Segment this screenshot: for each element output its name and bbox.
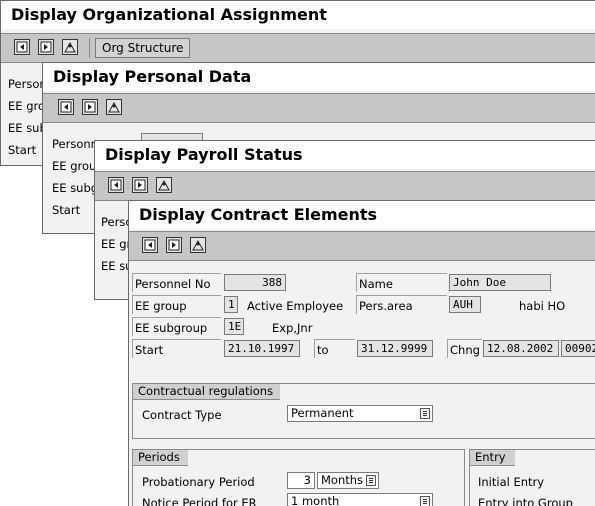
notice-period-dropdown[interactable]: 1 month	[287, 493, 433, 506]
name-field: John Doe	[449, 274, 551, 291]
ee-group-label: EE group	[135, 299, 187, 313]
end-date-field: 31.12.9999	[357, 340, 433, 357]
dropdown-icon[interactable]	[420, 496, 430, 506]
initial-entry-label: Initial Entry	[478, 475, 545, 489]
personal-data-title: Display Personal Data	[43, 63, 595, 91]
notice-period-value: 1 month	[291, 494, 340, 506]
contract-elements-toolbar	[129, 231, 595, 261]
entry-title: Entry	[469, 449, 515, 466]
changed-date-field: 12.08.2002	[483, 340, 559, 357]
personal-label-ee-group: EE grou	[52, 159, 97, 173]
contractual-regulations-group: Contractual regulations Contract Type Pe…	[132, 383, 595, 439]
org-assignment-toolbar: Org Structure	[1, 33, 595, 63]
previous-icon[interactable]	[142, 237, 158, 253]
entry-group: Entry Initial Entry Entry into Group	[469, 449, 595, 506]
personnel-no-field: 388	[224, 274, 286, 291]
contractual-regulations-title: Contractual regulations	[132, 383, 280, 400]
overview-icon[interactable]	[62, 39, 78, 55]
ee-group-text: Active Employee	[247, 299, 344, 313]
contract-type-value: Permanent	[291, 406, 354, 420]
personal-label-start: Start	[52, 203, 81, 217]
next-icon[interactable]	[166, 237, 182, 253]
chng-label: Chng	[450, 343, 480, 357]
probationary-period-field[interactable]: 3	[287, 472, 315, 489]
contract-type-label: Contract Type	[142, 408, 222, 422]
next-icon[interactable]	[132, 177, 148, 193]
ee-subgroup-label: EE subgroup	[135, 321, 208, 335]
start-label: Start	[135, 343, 164, 357]
periods-group: Periods Probationary Period 3 Months Not…	[132, 449, 465, 506]
start-date-field: 21.10.1997	[224, 340, 300, 357]
periods-title: Periods	[132, 449, 188, 466]
toolbar-separator	[89, 38, 90, 58]
dropdown-icon[interactable]	[420, 408, 430, 419]
changed-by-field: 00902	[561, 340, 595, 357]
contract-type-dropdown[interactable]: Permanent	[287, 405, 433, 422]
personnel-no-label: Personnel No	[135, 277, 211, 291]
to-label: to	[317, 343, 329, 357]
personal-data-toolbar	[43, 93, 595, 123]
pers-area-code-field: AUH	[449, 296, 481, 313]
payroll-status-toolbar	[95, 171, 595, 201]
overview-icon[interactable]	[190, 237, 206, 253]
previous-icon[interactable]	[58, 99, 74, 115]
notice-period-label: Notice Period for ER	[142, 496, 257, 506]
org-structure-button[interactable]: Org Structure	[95, 38, 191, 58]
pers-area-label: Pers.area	[359, 299, 413, 313]
personal-label-ee-subgroup: EE subg	[52, 181, 99, 195]
name-label: Name	[359, 277, 393, 291]
contract-elements-window: Display Contract Elements Personnel No 3…	[128, 200, 595, 506]
probationary-unit-value: Months	[321, 473, 364, 487]
previous-icon[interactable]	[14, 39, 30, 55]
org-label-personnel: Person	[8, 77, 47, 91]
personal-label-personnel: Personn	[52, 137, 98, 151]
ee-subgroup-code-field: 1E	[224, 318, 244, 335]
ee-subgroup-text: Exp,Jnr	[272, 321, 313, 335]
previous-icon[interactable]	[108, 177, 124, 193]
next-icon[interactable]	[38, 39, 54, 55]
org-label-start: Start	[8, 143, 37, 157]
overview-icon[interactable]	[106, 99, 122, 115]
payroll-label-ee-group: EE gr	[101, 237, 132, 251]
probationary-period-label: Probationary Period	[142, 475, 255, 489]
overview-icon[interactable]	[156, 177, 172, 193]
pers-area-text: habi HO	[519, 299, 566, 313]
ee-group-code-field: 1	[224, 296, 238, 313]
probationary-unit-dropdown[interactable]: Months	[317, 472, 379, 489]
contract-elements-title: Display Contract Elements	[129, 201, 595, 229]
payroll-status-title: Display Payroll Status	[95, 141, 595, 169]
org-assignment-title: Display Organizational Assignment	[1, 1, 595, 29]
next-icon[interactable]	[82, 99, 98, 115]
dropdown-icon[interactable]	[366, 475, 376, 486]
entry-into-group-label: Entry into Group	[478, 496, 573, 506]
